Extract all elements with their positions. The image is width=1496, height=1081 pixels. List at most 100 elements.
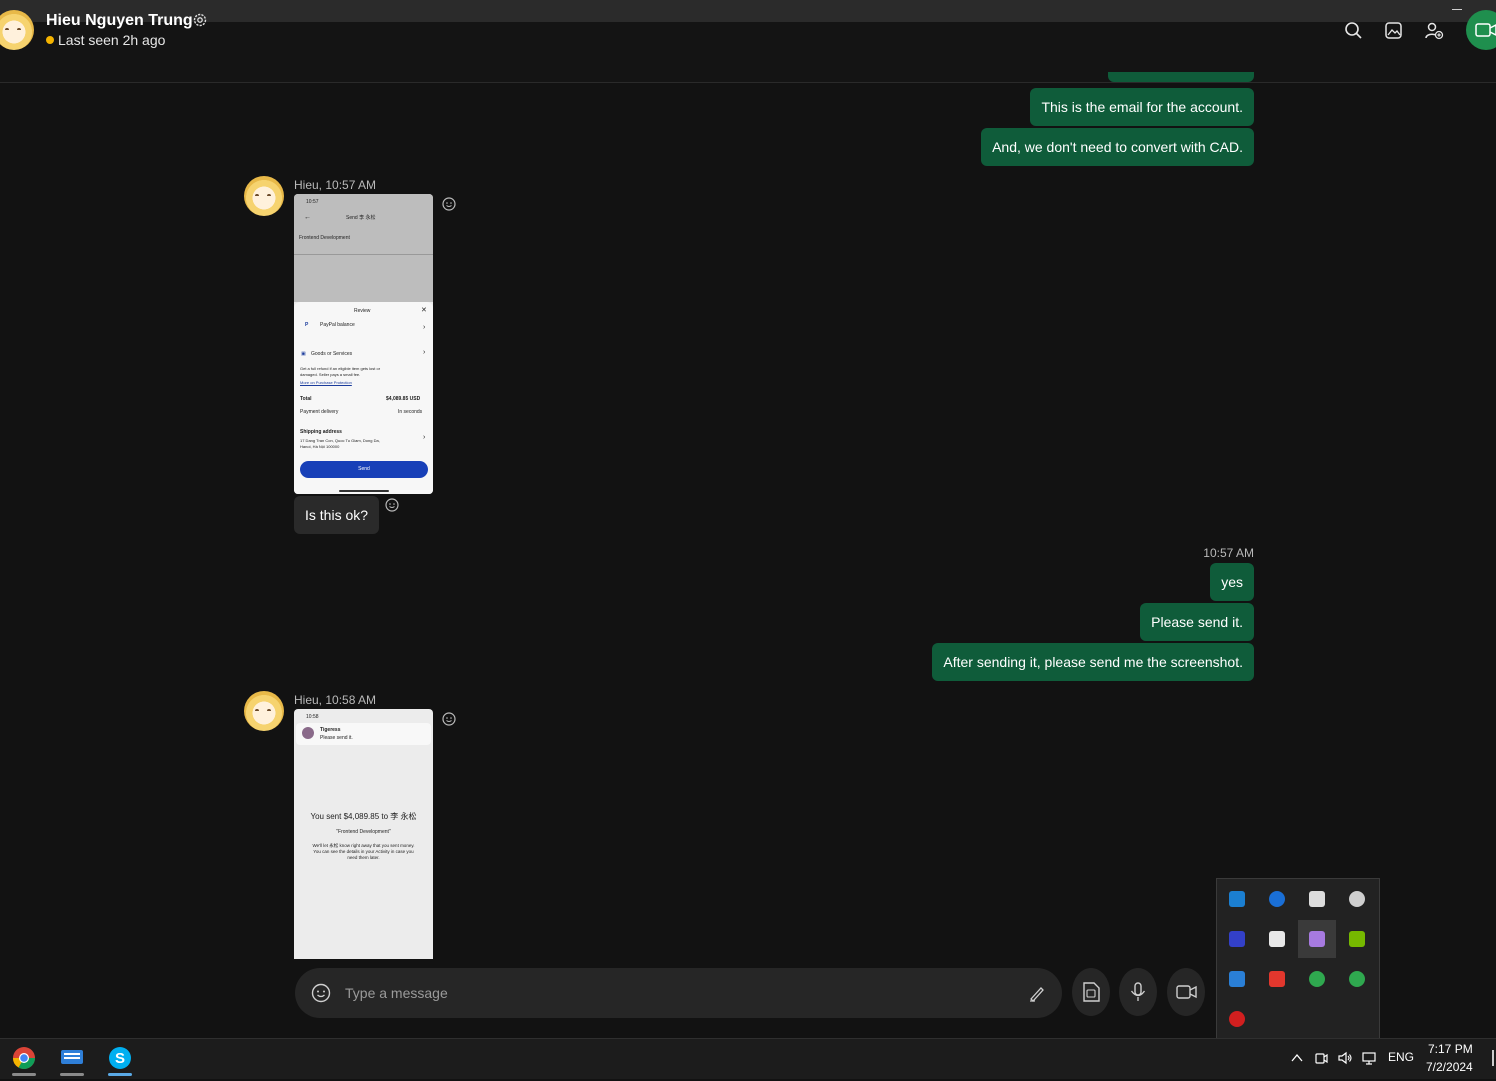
delivery-value: In seconds	[398, 409, 423, 415]
bluetooth-icon[interactable]	[1269, 891, 1285, 907]
running-indicator	[12, 1073, 36, 1076]
show-desktop-button[interactable]	[1492, 1050, 1494, 1066]
slack-icon[interactable]	[1269, 931, 1285, 947]
emoji-reaction-icon[interactable]	[384, 497, 400, 513]
sender-timestamp: Hieu, 10:58 AM	[294, 693, 377, 707]
gallery-icon[interactable]	[1383, 20, 1405, 42]
svg-text:S: S	[115, 1050, 125, 1067]
share-file-button[interactable]	[1072, 968, 1110, 1016]
sync-icon[interactable]	[1229, 891, 1245, 907]
sent-confirmation: You sent $4,089.85 to 李 永松	[310, 812, 417, 821]
security-shield-icon[interactable]	[1309, 891, 1325, 907]
divider	[294, 254, 433, 255]
review-title: Review	[354, 308, 371, 314]
video-call-button[interactable]	[1466, 10, 1496, 50]
outgoing-message[interactable]: Please send it.	[1140, 603, 1254, 641]
home-indicator	[339, 490, 389, 492]
add-people-icon[interactable]	[1423, 20, 1445, 42]
outgoing-message[interactable]: This is the email for the account.	[1030, 88, 1254, 126]
meet-now-icon[interactable]	[1313, 1050, 1329, 1066]
paypal-balance: PayPal balance	[320, 322, 355, 328]
phone-time: 10:58	[306, 714, 319, 720]
network-icon[interactable]	[1361, 1050, 1377, 1066]
sender-avatar[interactable]	[244, 176, 284, 216]
taskbar	[0, 1038, 1496, 1079]
message-input[interactable]: Type a message	[345, 985, 448, 1001]
presence-dot	[46, 36, 54, 44]
clock-date[interactable]: 7/2/2024	[1426, 1060, 1473, 1074]
volume-icon[interactable]	[1337, 1050, 1353, 1066]
touch-keyboard-taskbar-button[interactable]	[50, 1040, 94, 1076]
protection-link: More on Purchase Protection	[300, 380, 352, 385]
clock-time[interactable]: 7:17 PM	[1428, 1042, 1473, 1056]
paypal-icon: P	[305, 322, 309, 328]
green-check-icon[interactable]	[1309, 971, 1325, 987]
running-indicator	[60, 1073, 84, 1076]
image-attachment[interactable]: 10:57 Send 李 永松 ← Frontend Development R…	[294, 194, 433, 494]
delivery-label: Payment delivery	[300, 409, 339, 415]
shipping-address: 17 Dang Tran Con, Quoc Tu Giam, Dong Da,	[300, 438, 380, 443]
protection-text: Get a full refund if an eligible item ge…	[300, 366, 381, 371]
chevron-right-icon: ›	[423, 324, 426, 331]
goods-icon: ▣	[301, 351, 306, 357]
green-check-icon[interactable]	[1349, 971, 1365, 987]
sender-timestamp: Hieu, 10:57 AM	[294, 178, 377, 192]
remote-desktop-icon[interactable]	[1229, 971, 1245, 987]
file-icon	[1083, 982, 1100, 1002]
info-text: You can see the details in your Activity…	[313, 849, 414, 854]
chevron-right-icon: ›	[423, 434, 426, 441]
input-language[interactable]: ENG	[1388, 1050, 1414, 1064]
video-call-icon	[1475, 23, 1496, 37]
search-icon[interactable]	[1343, 20, 1365, 42]
total-label: Total	[300, 396, 312, 402]
send-button: Send	[300, 461, 428, 478]
chrome-taskbar-button[interactable]	[2, 1040, 46, 1076]
screenshot-dim-overlay	[294, 194, 433, 302]
info-text: need them later.	[347, 855, 380, 860]
video-message-button[interactable]	[1167, 968, 1205, 1016]
phone-time: 10:57	[306, 199, 319, 205]
app-grid-icon[interactable]	[1229, 931, 1245, 947]
protection-text: damaged. Seller pays a small fee.	[300, 372, 361, 377]
voice-message-button[interactable]	[1119, 968, 1157, 1016]
close-icon: ✕	[421, 307, 427, 314]
outgoing-message-bubble[interactable]	[1108, 72, 1254, 82]
feather-pen-icon[interactable]	[1309, 931, 1325, 947]
outgoing-message[interactable]: And, we don't need to convert with CAD.	[981, 128, 1254, 166]
format-pen-icon[interactable]	[1026, 982, 1048, 1004]
last-seen-status: Last seen 2h ago	[58, 32, 166, 48]
skype-taskbar-button[interactable]: S	[98, 1040, 142, 1076]
window-title-bar	[0, 0, 1496, 22]
total-value: $4,089.85 USD	[386, 396, 421, 402]
outgoing-message[interactable]: After sending it, please send me the scr…	[932, 643, 1254, 681]
sender-avatar[interactable]	[244, 691, 284, 731]
minimize-button[interactable]	[1452, 4, 1466, 14]
chevron-up-icon[interactable]	[1289, 1050, 1305, 1066]
shipping-address: Hanoi, Hà Nội 100000	[300, 444, 340, 449]
incoming-message[interactable]: Is this ok?	[294, 496, 380, 534]
emoji-reaction-icon[interactable]	[441, 196, 457, 212]
settings-gear-icon[interactable]	[192, 12, 208, 28]
shipping-label: Shipping address	[300, 429, 342, 435]
video-message-icon	[1176, 985, 1197, 999]
skype-icon: S	[109, 1047, 131, 1069]
outgoing-message[interactable]: yes	[1210, 563, 1254, 601]
microphone-icon	[1130, 982, 1146, 1001]
payment-note: "Frontend Development"	[336, 829, 391, 835]
record-icon[interactable]	[1229, 1011, 1245, 1027]
touch-keyboard-icon	[61, 1050, 83, 1064]
payment-note: Frontend Development	[299, 235, 350, 241]
contact-name[interactable]: Hieu Nguyen Trung	[46, 12, 193, 30]
emoji-picker-icon[interactable]	[310, 982, 332, 1004]
notification-sender: Tigeress	[320, 727, 341, 733]
nvidia-icon[interactable]	[1349, 931, 1365, 947]
notification-message: Please send it.	[320, 735, 353, 741]
goods-services: Goods or Services	[311, 351, 353, 357]
emoji-reaction-icon[interactable]	[441, 711, 457, 727]
contact-avatar	[302, 727, 314, 739]
anydesk-icon[interactable]	[1269, 971, 1285, 987]
chevron-right-icon: ›	[423, 349, 426, 356]
chrome-icon	[13, 1047, 35, 1069]
cloud-error-icon[interactable]	[1349, 891, 1365, 907]
image-attachment[interactable]: 10:58 Tigeress Please send it. You sent …	[294, 709, 433, 959]
